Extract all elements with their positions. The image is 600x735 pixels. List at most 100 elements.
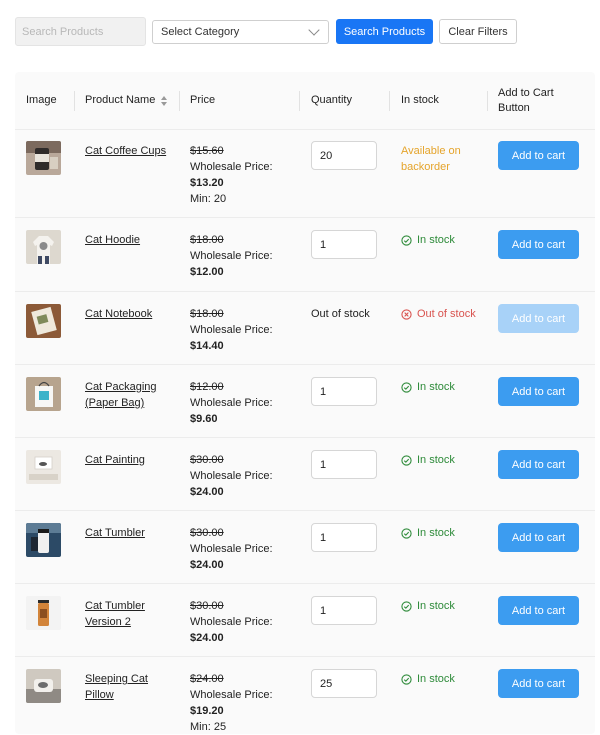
header-product-name-label: Product Name <box>85 94 156 106</box>
stock-label: In stock <box>417 673 455 685</box>
minimum-quantity: Min: 25 <box>190 721 227 733</box>
wholesale-price: $12.00 <box>190 266 224 278</box>
product-name-link[interactable]: Cat Tumbler <box>85 525 185 541</box>
table-row: Cat Packaging (Paper Bag) $12.00 Wholesa… <box>15 365 595 438</box>
table-row: Cat Tumbler Version 2 $30.00 Wholesale P… <box>15 584 595 657</box>
add-to-cart-button[interactable]: Add to cart <box>498 596 579 625</box>
x-circle-icon <box>401 308 412 320</box>
product-thumbnail[interactable] <box>26 669 61 703</box>
stock-status-in-stock: In stock <box>401 452 455 468</box>
wholesale-label: Wholesale Price: <box>190 689 273 701</box>
stock-label: Out of stock <box>417 308 476 320</box>
table-header: Image Product Name Price Quantity In sto… <box>15 72 595 130</box>
add-to-cart-button[interactable]: Add to cart <box>498 450 579 479</box>
stock-status-in-stock: In stock <box>401 671 455 687</box>
header-in-stock: In stock <box>389 72 439 129</box>
header-image: Image <box>26 94 57 106</box>
product-table: Image Product Name Price Quantity In sto… <box>15 72 595 734</box>
product-name-link[interactable]: Cat Notebook <box>85 306 185 322</box>
product-name-link[interactable]: Cat Packaging (Paper Bag) <box>85 379 185 411</box>
add-to-cart-button[interactable]: Add to cart <box>498 141 579 170</box>
stock-label: In stock <box>417 454 455 466</box>
product-thumbnail[interactable] <box>26 377 61 411</box>
header-in-stock-label: In stock <box>401 94 439 106</box>
table-row: Sleeping Cat Pillow $24.00 Wholesale Pri… <box>15 657 595 734</box>
stock-label: In stock <box>417 600 455 612</box>
product-name-line2: Pillow <box>85 689 114 701</box>
product-thumbnail[interactable] <box>26 596 61 630</box>
product-thumbnail[interactable] <box>26 304 61 338</box>
minimum-quantity: Min: 20 <box>190 193 227 205</box>
price-block: $30.00 Wholesale Price: $24.00 <box>190 525 300 573</box>
check-circle-icon <box>401 234 412 246</box>
price-block: $30.00 Wholesale Price: $24.00 <box>190 452 300 500</box>
wholesale-price: $14.40 <box>190 340 224 352</box>
wholesale-label: Wholesale Price: <box>190 250 273 262</box>
check-circle-icon <box>401 527 412 539</box>
wholesale-label: Wholesale Price: <box>190 161 273 173</box>
product-thumbnail[interactable] <box>26 141 61 175</box>
header-quantity-label: Quantity <box>311 94 352 106</box>
search-products-button[interactable]: Search Products <box>336 19 433 44</box>
stock-status-in-stock: In stock <box>401 598 455 614</box>
header-price-label: Price <box>190 94 216 106</box>
product-name-line1: Cat Tumbler <box>85 527 145 539</box>
header-price: Price <box>179 72 215 129</box>
wholesale-price: $24.00 <box>190 632 224 644</box>
quantity-input[interactable] <box>311 377 377 406</box>
quantity-input[interactable] <box>311 596 377 625</box>
stock-label: In stock <box>417 234 455 246</box>
wholesale-price: $24.00 <box>190 486 224 498</box>
stock-label: In stock <box>417 527 455 539</box>
header-add-to-cart-line1: Add to Cart <box>498 86 554 99</box>
stock-status-in-stock: In stock <box>401 232 455 248</box>
table-row: Cat Hoodie $18.00 Wholesale Price: $12.0… <box>15 218 595 292</box>
add-to-cart-button[interactable]: Add to cart <box>498 669 579 698</box>
original-price: $30.00 <box>190 454 224 466</box>
original-price: $30.00 <box>190 600 224 612</box>
header-product-name[interactable]: Product Name <box>74 72 185 129</box>
original-price: $30.00 <box>190 527 224 539</box>
wholesale-price: $24.00 <box>190 559 224 571</box>
product-thumbnail[interactable] <box>26 523 61 557</box>
wholesale-price: $19.20 <box>190 705 224 717</box>
quantity-input[interactable] <box>311 450 377 479</box>
product-name-line1: Cat Painting <box>85 454 145 466</box>
check-circle-icon <box>401 673 412 685</box>
header-quantity: Quantity <box>299 72 352 129</box>
product-name-link[interactable]: Sleeping Cat Pillow <box>85 671 185 703</box>
product-name-line1: Cat Tumbler <box>85 600 145 612</box>
category-select[interactable]: Select Category <box>152 20 329 44</box>
check-circle-icon <box>401 454 412 466</box>
stock-status-in-stock: In stock <box>401 525 455 541</box>
sort-icon[interactable] <box>161 95 168 106</box>
product-name-line2: Version 2 <box>85 616 131 628</box>
add-to-cart-button[interactable]: Add to cart <box>498 523 579 552</box>
header-add-to-cart: Add to Cart Button <box>487 72 554 129</box>
quantity-input[interactable] <box>311 523 377 552</box>
stock-label: In stock <box>417 381 455 393</box>
original-price: $18.00 <box>190 308 224 320</box>
product-name-line1: Sleeping Cat <box>85 673 148 685</box>
stock-status-in-stock: In stock <box>401 379 455 395</box>
original-price: $15.60 <box>190 145 224 157</box>
quantity-input[interactable] <box>311 230 377 259</box>
product-name-line1: Cat Coffee Cups <box>85 145 167 157</box>
quantity-input[interactable] <box>311 669 377 698</box>
wholesale-label: Wholesale Price: <box>190 324 273 336</box>
product-name-link[interactable]: Cat Coffee Cups <box>85 143 185 159</box>
price-block: $15.60 Wholesale Price: $13.20 Min: 20 <box>190 143 300 207</box>
product-name-link[interactable]: Cat Hoodie <box>85 232 185 248</box>
product-thumbnail[interactable] <box>26 450 61 484</box>
clear-filters-button[interactable]: Clear Filters <box>439 19 517 44</box>
product-name-link[interactable]: Cat Painting <box>85 452 185 468</box>
filter-toolbar: Select Category Search Products Clear Fi… <box>15 17 595 47</box>
product-name-link[interactable]: Cat Tumbler Version 2 <box>85 598 185 630</box>
category-select-value: Select Category <box>161 26 240 38</box>
search-products-input[interactable] <box>15 17 146 46</box>
quantity-input[interactable] <box>311 141 377 170</box>
add-to-cart-button[interactable]: Add to cart <box>498 230 579 259</box>
wholesale-label: Wholesale Price: <box>190 616 273 628</box>
product-thumbnail[interactable] <box>26 230 61 264</box>
add-to-cart-button[interactable]: Add to cart <box>498 377 579 406</box>
